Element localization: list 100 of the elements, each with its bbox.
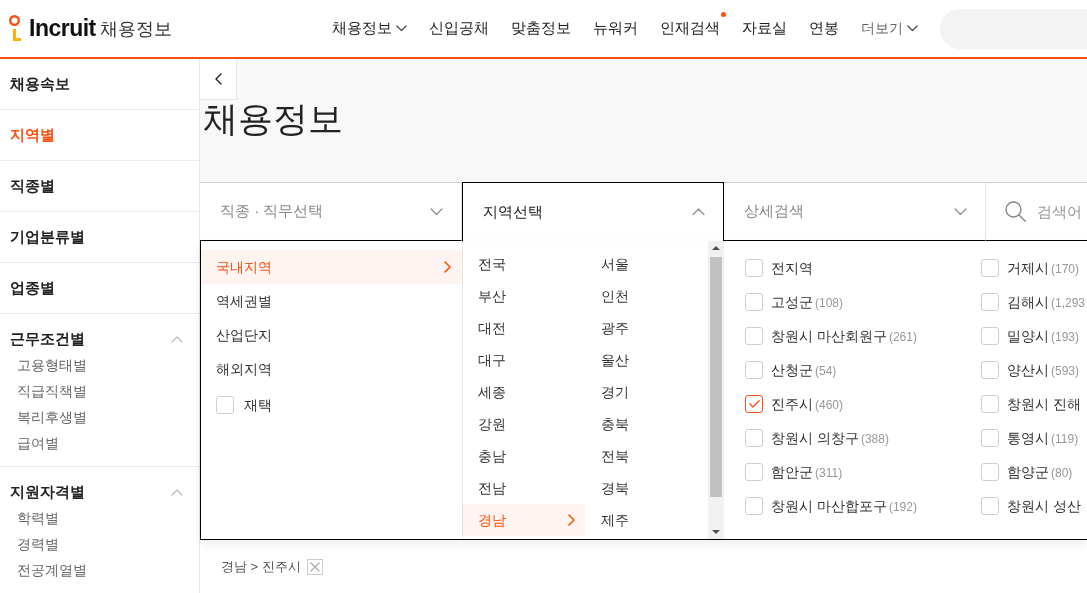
checkbox-label: 김해시(1,293 [1007,292,1086,312]
region-option[interactable]: 부산 [463,280,586,312]
sidebar-subitem[interactable]: 경력별 [17,533,59,555]
checkmark-icon [748,400,760,408]
region-option[interactable]: 광주 [585,312,708,344]
scrollbar[interactable] [708,241,724,539]
checkbox-label: 함양군(80) [1007,462,1073,482]
region-option[interactable]: 경북 [585,472,708,504]
checkbox-label: 창원시 진해 [1007,394,1081,414]
checkbox[interactable] [981,395,999,413]
checkbox-label: 양산시(593) [1007,360,1079,380]
region-category[interactable]: 역세권별 [201,284,462,318]
sidebar-subitem[interactable]: 급여별 [17,432,59,454]
search-icon [1005,201,1026,222]
search-input[interactable]: 검색어 [1037,183,1087,240]
chevron-right-icon [567,514,575,526]
sidebar-subitem[interactable]: 전공계열별 [17,559,87,581]
region-category[interactable]: 해외지역 [201,352,462,386]
checkbox-label: 진주시(460) [771,394,843,414]
selected-filter-label: 경남 > 진주시 [221,557,301,576]
checkbox-label: 거제시(170) [1007,258,1079,278]
nav-link[interactable]: 연봉 [809,17,839,40]
region-option[interactable]: 전북 [585,440,708,472]
checkbox[interactable] [981,463,999,481]
scrollbar-thumb[interactable] [710,257,722,497]
region-category[interactable]: 산업단지 [201,318,462,352]
checkbox-label: 창원시 의창구(388) [771,428,889,448]
checkbox-label: 산청군(54) [771,360,837,380]
sidebar-subitem[interactable]: 복리후생별 [17,406,87,428]
checkbox[interactable] [216,396,234,414]
sidebar-subitem[interactable]: 학력별 [17,507,59,529]
remove-filter-button[interactable] [306,558,323,575]
nav-link[interactable]: 맞춤정보 [511,17,571,40]
sidebar-item[interactable]: 기업분류별 [10,225,85,249]
checkbox[interactable] [981,327,999,345]
region-option[interactable]: 대구 [463,344,586,376]
region-option[interactable]: 세종 [463,376,586,408]
checkbox-label: 함안군(311) [771,462,843,482]
sidebar-group-title[interactable]: 근무조건별 [10,327,85,351]
chevron-down-icon [396,25,407,32]
nav-link[interactable]: 더보기 [861,18,918,39]
checkbox[interactable] [981,361,999,379]
checkbox-label: 재택 [244,395,272,415]
checkbox[interactable] [745,497,763,515]
nav-link[interactable]: 신입공채 [429,17,489,40]
region-option[interactable]: 울산 [585,344,708,376]
region-option[interactable]: 충남 [463,440,586,472]
chevron-down-icon [430,207,443,216]
checkbox-label: 밀양시(193) [1007,326,1079,346]
checkbox-label: 창원시 마산회원구(261) [771,326,917,346]
checkbox-label: 창원시 마산합포구(192) [771,496,917,516]
checkbox-label: 전지역 [771,258,813,278]
checkbox[interactable] [745,429,763,447]
site-section-title: 채용정보 [99,19,172,38]
region-option[interactable]: 전국 [463,248,586,280]
sidebar-item[interactable]: 채용속보 [10,72,70,96]
sidebar-subitem[interactable]: 직급직책별 [17,380,87,402]
checkbox[interactable] [745,259,763,277]
scroll-up-arrow-icon[interactable] [712,246,720,250]
checkbox-label: 고성군(108) [771,292,843,312]
checkbox-label: 통영시(119) [1007,428,1079,448]
checkbox[interactable] [745,327,763,345]
dropdown-tab[interactable]: 지역선택 [462,182,724,241]
region-option[interactable]: 인천 [585,280,708,312]
sidebar-subitem[interactable]: 고용형태별 [17,354,87,376]
dropdown-tab[interactable]: 상세검색 [724,182,986,241]
region-option[interactable]: 제주 [585,504,708,536]
checkbox[interactable] [981,259,999,277]
region-option[interactable]: 경기 [585,376,708,408]
checkbox[interactable] [981,497,999,515]
dropdown-tab[interactable]: 직종 · 직무선택 [200,182,462,241]
logo-icon[interactable] [9,15,21,42]
chevron-down-icon [907,25,918,32]
region-option[interactable]: 강원 [463,408,586,440]
nav-link[interactable]: 자료실 [742,17,787,40]
checkbox[interactable] [745,293,763,311]
chevron-right-icon [444,261,451,273]
sidebar-item[interactable]: 업종별 [10,276,55,300]
nav-link[interactable]: 인재검색 [660,17,720,40]
search-box[interactable]: 검색어 [986,182,1087,241]
collapse-sidebar-button[interactable] [200,59,237,100]
checkbox[interactable] [981,293,999,311]
scroll-down-arrow-icon[interactable] [712,530,720,534]
chevron-left-icon [214,73,222,85]
sidebar-item[interactable]: 직종별 [10,174,55,198]
region-option[interactable]: 서울 [585,248,708,280]
close-icon [309,561,320,572]
sidebar-group-title[interactable]: 지원자격별 [10,480,85,504]
nav-link[interactable]: 뉴워커 [593,17,638,40]
region-option[interactable]: 대전 [463,312,586,344]
region-option[interactable]: 충북 [585,408,708,440]
checkbox[interactable] [745,463,763,481]
checkbox[interactable] [745,395,763,413]
logo-text[interactable]: Incruit [29,17,96,40]
checkbox[interactable] [745,361,763,379]
region-option[interactable]: 전남 [463,472,586,504]
checkbox[interactable] [981,429,999,447]
checkbox-label: 창원시 성산 [1007,496,1081,516]
nav-link[interactable]: 채용정보 [332,17,407,40]
chevron-up-icon [692,208,705,216]
